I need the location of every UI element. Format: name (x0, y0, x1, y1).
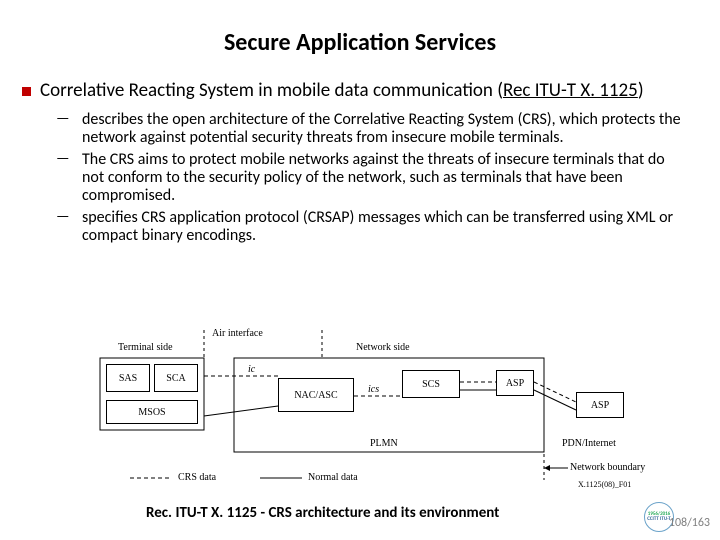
content-area: Correlative Reacting System in mobile da… (22, 80, 690, 249)
bullet-text-a: Correlative Reacting System in mobile da… (40, 79, 503, 102)
box-asp-2: ASP (576, 392, 624, 418)
box-nac-asc: NAC/ASC (278, 378, 354, 412)
label-network-side: Network side (356, 342, 410, 353)
label-ic: ic (248, 364, 255, 375)
legend-crs-data: CRS data (178, 472, 216, 483)
bullet-text-b: ) (638, 79, 644, 102)
bullet-icon (22, 87, 31, 96)
sub-bullet: The CRS aims to protect mobile networks … (56, 151, 690, 205)
box-sca: SCA (154, 364, 198, 392)
box-msos: MSOS (106, 400, 198, 424)
architecture-diagram: Air interface Terminal side Network side… (100, 330, 660, 500)
label-network-boundary: Network boundary (570, 462, 645, 473)
label-plmn: PLMN (370, 438, 398, 449)
box-scs: SCS (402, 370, 460, 398)
label-ics: ics (368, 384, 379, 395)
label-terminal-side: Terminal side (118, 342, 173, 353)
label-air-interface: Air interface (212, 328, 263, 339)
page-number: 108/163 (669, 516, 710, 530)
legend-normal-data: Normal data (308, 472, 358, 483)
slide: Secure Application Services Correlative … (0, 0, 720, 540)
sub-bullet-list: describes the open architecture of the C… (22, 111, 690, 244)
label-figure-ref: X.1125(08)_F01 (578, 480, 631, 489)
logo-org: CCITT ITU-T (647, 517, 671, 522)
figure-caption: Rec. ITU-T X. 1125 - CRS architecture an… (146, 504, 499, 522)
main-bullet: Correlative Reacting System in mobile da… (22, 80, 690, 101)
label-pdn: PDN/Internet (562, 438, 616, 449)
slide-title: Secure Application Services (0, 28, 720, 57)
sub-bullet: describes the open architecture of the C… (56, 111, 690, 147)
box-sas: SAS (106, 364, 150, 392)
rec-reference: Rec ITU-T X. 1125 (503, 79, 638, 102)
sub-bullet: specifies CRS application protocol (CRSA… (56, 209, 690, 245)
box-asp-1: ASP (496, 370, 534, 396)
